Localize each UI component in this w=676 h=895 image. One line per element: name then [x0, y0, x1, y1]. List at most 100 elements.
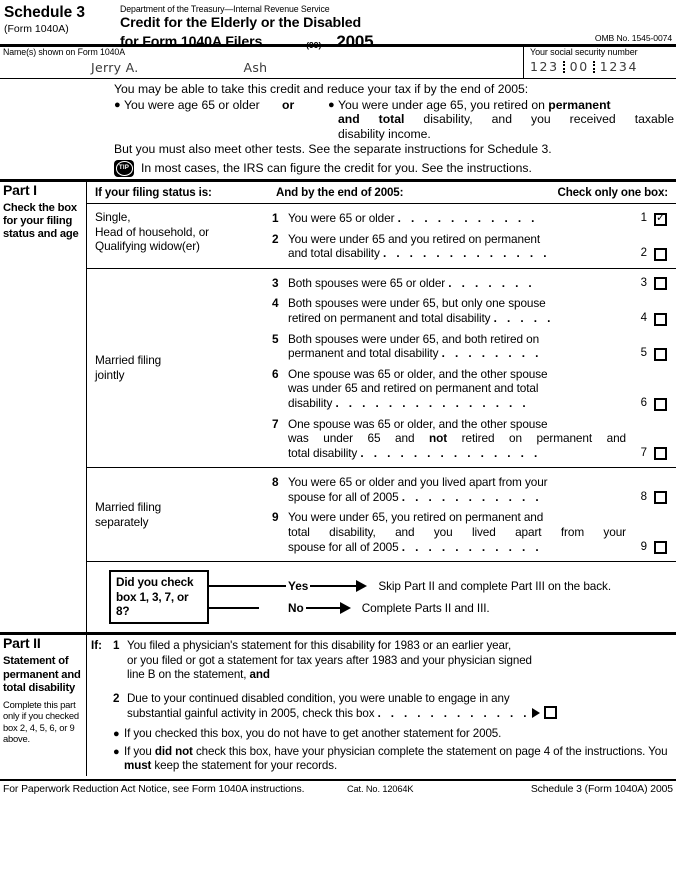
item-number: 5	[272, 331, 279, 346]
checkbox-9[interactable]	[654, 541, 667, 555]
ssn-field-label: Your social security number	[530, 47, 638, 57]
decision-branch-no: No Complete Parts II and III.	[209, 597, 676, 619]
checkbox-number: 9	[640, 540, 647, 553]
part-2-item-1-text: You filed a physician's statement for th…	[127, 639, 672, 682]
decision-branches: Yes Skip Part II and complete Part III o…	[209, 575, 676, 619]
checkbox-3[interactable]	[654, 277, 667, 291]
decision-question-box: Did you check box 1, 3, 7, or 8?	[109, 570, 209, 625]
ssn-part-2: 00	[569, 59, 589, 74]
checkbox-cell-5[interactable]: 5	[630, 346, 676, 361]
item-line: or you filed or got a statement for tax …	[127, 653, 532, 667]
part-2-item-number: 2	[113, 691, 120, 705]
form-title-line1: Credit for the Elderly or the Disabled	[120, 15, 362, 31]
checkbox-number: 8	[640, 490, 647, 503]
checkbox-number: 1	[640, 211, 647, 224]
checkbox-row-4[interactable]: 4 Both spouses were under 65, but only o…	[272, 293, 676, 328]
leader-dots: . . . . . . . . . . . .	[377, 707, 530, 721]
filing-status-group-married-separately: Married filing separately 8 You were 65 …	[87, 467, 676, 561]
footer-catalog-number: Cat. No. 12064K	[347, 783, 414, 794]
column-header-check-one-box: Check only one box:	[557, 185, 668, 199]
checkbox-cell-6[interactable]: 6	[630, 396, 676, 411]
branch-line-icon	[310, 585, 357, 588]
checkbox-cell-2[interactable]: 2	[630, 246, 676, 261]
part-2-bullet-2: ● If you did not check this box, have yo…	[113, 745, 672, 774]
ssn-separator-icon	[562, 60, 566, 73]
checkbox-row-5[interactable]: 5 Both spouses were under 65, and both r…	[272, 329, 676, 364]
checkbox-5[interactable]	[654, 347, 667, 361]
checkbox-1[interactable]	[654, 212, 667, 226]
decision-flow: Did you check box 1, 3, 7, or 8? Yes Ski…	[87, 561, 676, 632]
first-name-value: Jerry A.	[91, 60, 139, 75]
part-2-item-2[interactable]: 2 Due to your continued disabled conditi…	[87, 692, 672, 722]
eligibility-bullets: ● You were age 65 or older or ● You were…	[114, 98, 674, 142]
part-2-note: Complete this part only if you checked b…	[3, 699, 79, 745]
status-line: Married filing	[95, 353, 162, 368]
decision-no-label: No	[288, 601, 304, 616]
checkbox-cell-1[interactable]: 1	[630, 211, 676, 226]
item-number: 2	[272, 231, 279, 246]
checkbox-8[interactable]	[654, 491, 667, 505]
taxpayer-identification-row: Name(s) shown on Form 1040A Jerry A. Ash…	[0, 47, 676, 78]
bullet-dot-icon: ●	[113, 745, 120, 758]
item-line: One spouse was 65 or older, and the othe…	[288, 366, 548, 381]
name-field-cell[interactable]: Name(s) shown on Form 1040A Jerry A. Ash	[0, 47, 524, 78]
checkbox-cell-9[interactable]: 9	[630, 540, 676, 555]
item-line: permanent and total disability	[288, 346, 439, 361]
filing-status-items-married-separately: 8 You were 65 or older and you lived apa…	[272, 468, 676, 561]
item-line-text: substantial gainful activity in 2005, ch…	[127, 707, 375, 721]
checkbox-row-2[interactable]: 2 You were under 65 and you retired on p…	[272, 229, 676, 264]
checkbox-row-9[interactable]: 9 You were under 65, you retired on perm…	[272, 507, 676, 557]
eligibility-bullet-left: ● You were age 65 or older	[114, 98, 282, 142]
form-title-block: Department of the Treasury—Internal Reve…	[120, 3, 676, 51]
arrowhead-icon	[339, 602, 351, 615]
checkbox-row-8[interactable]: 8 You were 65 or older and you lived apa…	[272, 472, 676, 507]
checkbox-cell-7[interactable]: 7	[630, 446, 676, 461]
branch-line-icon	[209, 607, 259, 610]
item-number: 8	[272, 475, 279, 490]
schedule-title: Schedule 3	[4, 4, 85, 21]
footer-notice: For Paperwork Reduction Act Notice, see …	[3, 783, 305, 795]
name-field-values: Jerry A. Ash	[3, 60, 523, 75]
checkbox-6[interactable]	[654, 397, 667, 411]
bullet-right-bold2: and total	[338, 112, 405, 127]
leader-dots: . . . . . . . . . . .	[401, 489, 543, 504]
checkbox-cell-8[interactable]: 8	[630, 490, 676, 505]
checkbox-row-7[interactable]: 7 One spouse was 65 or older, and the ot…	[272, 414, 676, 464]
filing-status-items-married-jointly: 3 Both spouses were 65 or older . . . . …	[272, 269, 676, 468]
bullet-bold-2: must	[124, 759, 152, 773]
part-2-content: If: 1 You filed a physician's statement …	[86, 635, 676, 776]
item-line: spouse for all of 2005	[288, 489, 399, 504]
part-1-content: If your filing status is: And by the end…	[86, 181, 676, 633]
part-2-item-2-text: Due to your continued disabled condition…	[127, 692, 672, 722]
item-number: 1	[272, 210, 279, 225]
checkbox-7[interactable]	[654, 447, 667, 461]
checkbox-number: 6	[640, 396, 647, 409]
ssn-field-cell[interactable]: Your social security number 123 00 1234	[524, 47, 676, 78]
tip-icon: TIP	[114, 159, 134, 177]
eligibility-bullet-left-text: You were age 65 or older	[124, 97, 260, 112]
decision-question-line: 8?	[116, 604, 130, 619]
checkbox-row-6[interactable]: 6 One spouse was 65 or older, and the ot…	[272, 364, 676, 414]
checkbox-4[interactable]	[654, 312, 667, 326]
status-line: separately	[95, 514, 149, 529]
checkbox-cell-4[interactable]: 4	[630, 311, 676, 326]
column-header-end-of-year: And by the end of 2005:	[276, 185, 404, 199]
bullet-post: keep the statement for your records.	[151, 759, 338, 773]
checkbox-row-3[interactable]: 3 Both spouses were 65 or older . . . . …	[272, 273, 676, 294]
leader-dots: . . . . . . . . . . .	[397, 210, 538, 225]
item-line: Both spouses were under 65, but only one…	[288, 296, 546, 311]
item-line: One spouse was 65 or older, and the othe…	[288, 416, 548, 431]
item-text: Both spouses were under 65, but only one…	[288, 296, 630, 325]
tip-text: In most cases, the IRS can figure the cr…	[141, 161, 532, 176]
footer-form-identifier: Schedule 3 (Form 1040A) 2005	[530, 783, 673, 795]
checkbox-2[interactable]	[654, 247, 667, 261]
checkbox-cell-3[interactable]: 3	[630, 276, 676, 291]
decision-question-line: Did you check	[116, 575, 194, 590]
item-text: You were under 65, you retired on perman…	[288, 510, 630, 554]
part-2-bullet-2-text: If you did not check this box, have your…	[124, 745, 672, 774]
checkbox-row-1[interactable]: 1 You were 65 or older . . . . . . . . .…	[272, 208, 676, 229]
item-line: You were under 65, you retired on perman…	[288, 510, 544, 525]
part-2-disability-checkbox[interactable]	[543, 706, 557, 720]
bullet-right-pre: You were under age 65, you retired on	[338, 97, 549, 112]
intro-lead-text: You may be able to take this credit and …	[114, 82, 529, 96]
